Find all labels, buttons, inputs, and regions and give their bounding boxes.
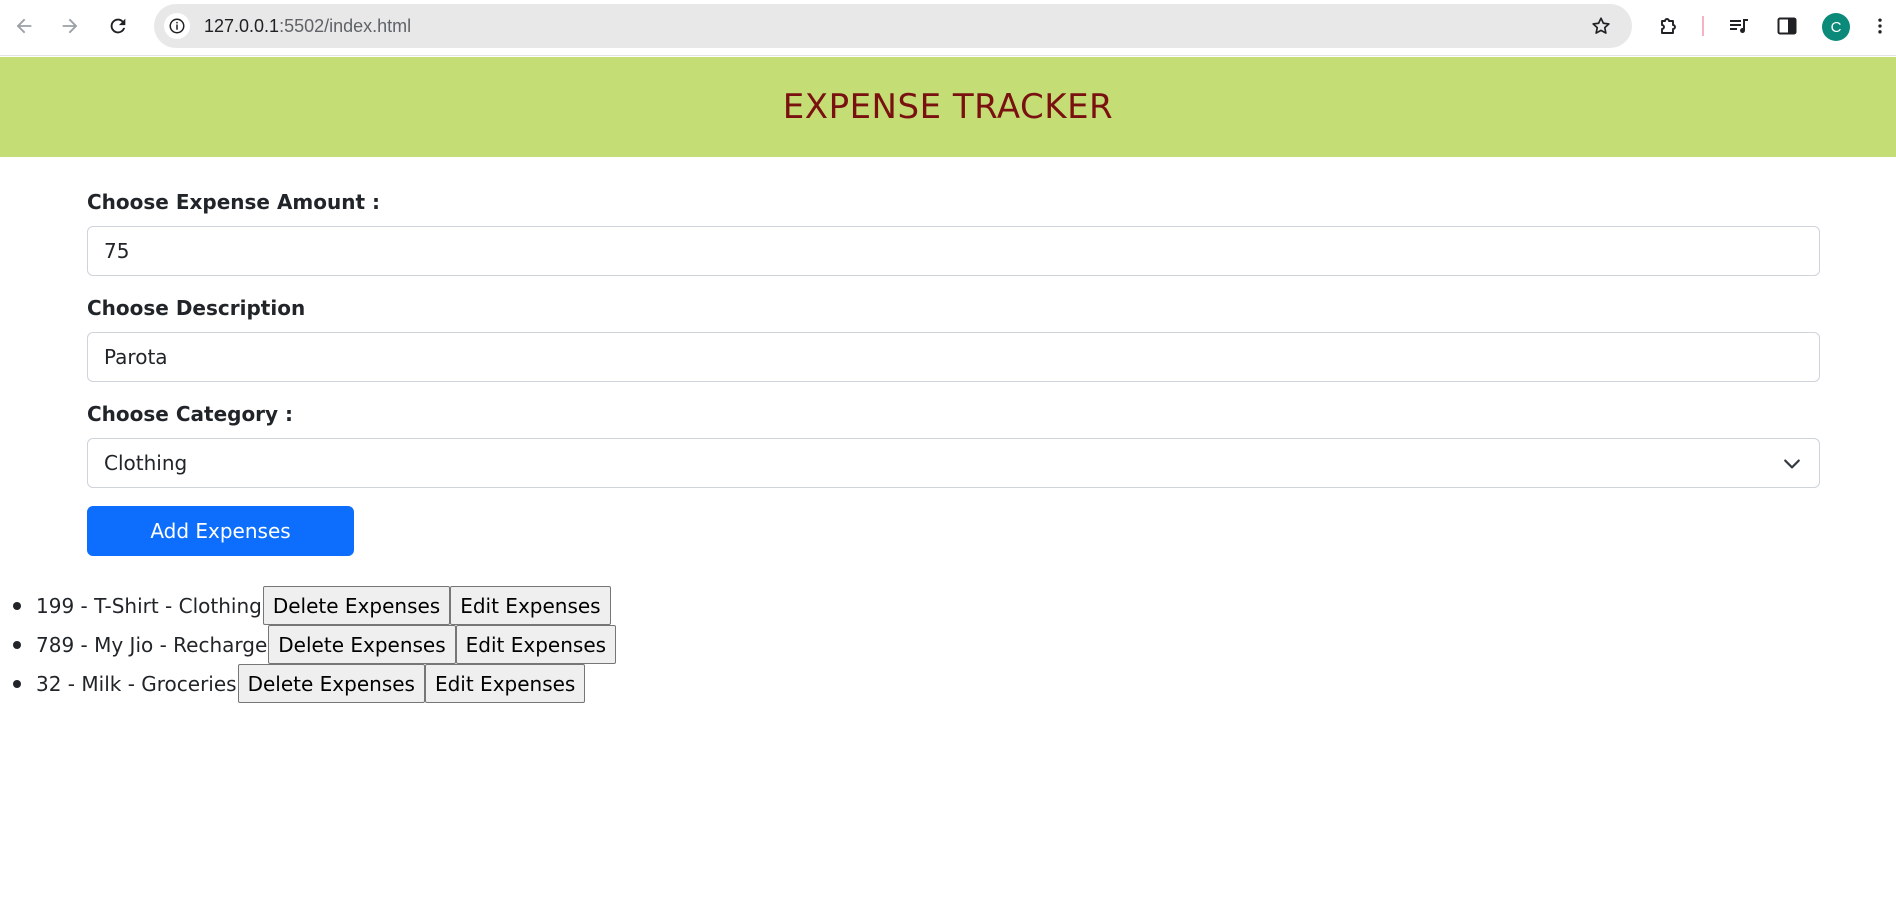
url-text: 127.0.0.1:5502/index.html: [204, 16, 411, 36]
arrow-right-icon: [62, 18, 78, 34]
chevron-down-icon: [1784, 459, 1800, 469]
expense-item: 32 - Milk - Groceries Delete Expenses Ed…: [0, 664, 616, 703]
expense-text: 789 - My Jio - Recharge: [36, 632, 268, 657]
side-panel-icon: [1777, 17, 1797, 35]
edit-expense-button[interactable]: Edit Expenses: [450, 586, 611, 625]
side-panel-button[interactable]: [1773, 12, 1801, 40]
reload-button[interactable]: [102, 10, 134, 42]
page-header: EXPENSE TRACKER: [0, 57, 1896, 157]
description-group: Choose Description Parota: [87, 296, 1820, 382]
delete-expense-button[interactable]: Delete Expenses: [262, 586, 451, 625]
expense-item: 199 - T-Shirt - Clothing Delete Expenses…: [0, 586, 616, 625]
expense-form: Choose Expense Amount : 75 Choose Descri…: [87, 190, 1820, 556]
add-expenses-button[interactable]: Add Expenses: [87, 506, 354, 556]
list-bullet: [13, 602, 21, 610]
edit-expense-button[interactable]: Edit Expenses: [424, 664, 586, 703]
expense-text: 32 - Milk - Groceries: [36, 671, 237, 696]
amount-group: Choose Expense Amount : 75: [87, 190, 1820, 276]
category-label: Choose Category :: [87, 402, 294, 426]
description-input[interactable]: Parota: [87, 332, 1820, 382]
site-info-button[interactable]: [164, 13, 190, 39]
amount-input[interactable]: 75: [87, 226, 1820, 276]
page-title: EXPENSE TRACKER: [782, 87, 1114, 127]
list-bullet: [13, 680, 21, 688]
back-button[interactable]: [8, 10, 40, 42]
expense-item: 789 - My Jio - Recharge Delete Expenses …: [0, 625, 617, 664]
expense-text: 199 - T-Shirt - Clothing: [36, 593, 262, 618]
delete-expense-button[interactable]: Delete Expenses: [268, 625, 456, 664]
forward-button[interactable]: [54, 10, 86, 42]
media-queue-icon: [1730, 19, 1748, 33]
toolbar-divider: [1702, 16, 1704, 36]
expense-list: 199 - T-Shirt - Clothing Delete Expenses…: [0, 586, 617, 703]
info-icon: [169, 18, 185, 34]
extensions-button[interactable]: [1655, 12, 1683, 40]
browser-toolbar: 127.0.0.1:5502/index.html C: [0, 0, 1896, 56]
star-icon[interactable]: [1590, 15, 1612, 37]
media-controls-button[interactable]: [1725, 12, 1753, 40]
browser-menu-button[interactable]: [1870, 12, 1890, 40]
edit-expense-button[interactable]: Edit Expenses: [455, 625, 617, 664]
kebab-menu-icon: [1878, 18, 1882, 34]
url-host: 127.0.0.1: [204, 16, 280, 36]
category-selected-value: Clothing: [104, 451, 188, 475]
arrow-left-icon: [16, 18, 32, 34]
category-select[interactable]: Clothing: [87, 438, 1820, 488]
reload-icon: [110, 18, 126, 34]
category-group: Choose Category : Clothing: [87, 402, 1820, 488]
profile-avatar[interactable]: C: [1822, 13, 1850, 41]
description-label: Choose Description: [87, 296, 306, 320]
url-path: :5502/index.html: [279, 16, 412, 36]
delete-expense-button[interactable]: Delete Expenses: [237, 664, 425, 703]
puzzle-icon: [1661, 18, 1676, 34]
address-bar[interactable]: 127.0.0.1:5502/index.html: [154, 4, 1632, 48]
amount-label: Choose Expense Amount :: [87, 190, 380, 214]
list-bullet: [13, 641, 21, 649]
